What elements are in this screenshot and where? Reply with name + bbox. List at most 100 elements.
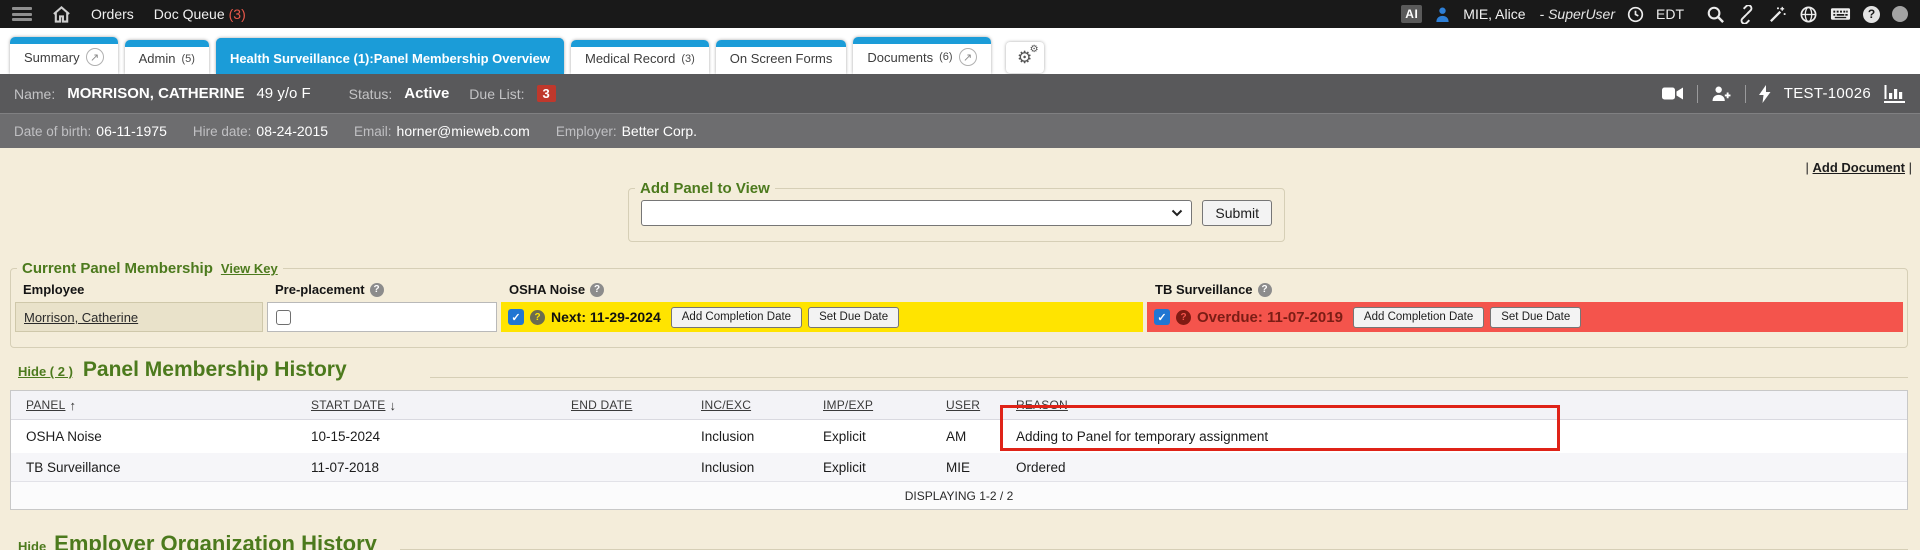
wand-icon[interactable] [1768, 5, 1787, 24]
dob-value: 06-11-1975 [96, 123, 167, 139]
chart-tab-bar: Summary ↗ Admin (5) Health Surveillance … [0, 28, 1920, 74]
osha-checkbox[interactable]: ✓ [508, 309, 524, 325]
email-value: horner@mieweb.com [397, 123, 530, 139]
search-icon[interactable] [1706, 5, 1725, 24]
cell-inc-exc: Inclusion [686, 420, 808, 453]
check-icon: ✓ [1157, 311, 1166, 324]
employer-organization-history-title: Employer Organization History [54, 531, 377, 550]
col-pre-placement: Pre-placement? [267, 282, 497, 297]
link-icon[interactable] [1737, 5, 1756, 24]
table-pagination-status: DISPLAYING 1-2 / 2 [11, 481, 1907, 509]
due-list-count-badge[interactable]: 3 [537, 85, 556, 102]
col-panel[interactable]: PANEL↑ [11, 391, 296, 419]
email-label: Email: [354, 124, 392, 139]
cell-imp-exp: Explicit [808, 453, 931, 481]
user-name[interactable]: MIE, Alice [1463, 6, 1525, 22]
help-icon[interactable]: ? [1176, 310, 1191, 325]
home-icon[interactable] [52, 5, 71, 23]
patient-status: Active [404, 85, 449, 102]
top-bar: Orders Doc Queue(3) AI MIE, Alice - Supe… [0, 0, 1920, 28]
popout-icon[interactable]: ↗ [86, 48, 104, 66]
col-imp-exp[interactable]: IMP/EXP [808, 391, 931, 419]
tab-documents-count: (6) [939, 51, 952, 63]
video-camera-icon[interactable] [1662, 86, 1684, 101]
employer-label: Employer: [556, 124, 617, 139]
timezone-label: EDT [1656, 6, 1684, 22]
help-icon[interactable]: ? [1863, 6, 1880, 23]
nav-orders[interactable]: Orders [91, 6, 134, 22]
current-panel-legend: Current Panel Membership [22, 260, 213, 277]
patient-header-tools: TEST-10026 [1662, 85, 1906, 103]
col-inc-exc[interactable]: INC/EXC [686, 391, 808, 419]
top-bar-right: AI MIE, Alice - SuperUser EDT [1401, 5, 1908, 24]
hamburger-menu-icon[interactable] [12, 7, 32, 21]
tb-set-due-date-button[interactable]: Set Due Date [1490, 307, 1581, 328]
employer-value: Better Corp. [622, 123, 697, 139]
add-panel-select[interactable] [641, 200, 1192, 226]
tab-admin-count: (5) [181, 53, 194, 65]
globe-icon[interactable] [1799, 5, 1818, 24]
doc-queue-count: (3) [229, 6, 246, 22]
submit-button[interactable]: Submit [1202, 200, 1272, 226]
history-hide-link[interactable]: Hide ( 2 ) [18, 364, 73, 379]
lightning-bolt-icon[interactable] [1759, 85, 1771, 103]
help-icon[interactable]: ? [1258, 283, 1272, 297]
add-panel-legend: Add Panel to View [635, 180, 775, 197]
user-role: - SuperUser [1540, 6, 1615, 22]
help-icon[interactable]: ? [590, 283, 604, 297]
pre-placement-checkbox[interactable] [276, 310, 291, 325]
patient-detail-bar: Date of birth:06-11-1975 Hire date:08-24… [0, 113, 1920, 148]
cell-end-date [556, 420, 686, 453]
col-end-date[interactable]: END DATE [556, 391, 686, 419]
current-panel-data-row: Morrison, Catherine ✓ ? Next: 11-29-2024… [11, 302, 1907, 332]
tab-on-screen-forms[interactable]: On Screen Forms [716, 40, 847, 74]
tab-admin[interactable]: Admin (5) [125, 40, 209, 74]
due-list-label: Due List: [469, 86, 524, 102]
sort-asc-icon: ↑ [69, 398, 76, 413]
pre-placement-cell [267, 302, 497, 332]
employer-history-hide-link[interactable]: Hide [18, 539, 46, 550]
tb-checkbox[interactable]: ✓ [1154, 309, 1170, 325]
tb-surveillance-cell: ✓ ? Overdue: 11-07-2019 Add Completion D… [1147, 302, 1903, 332]
col-user[interactable]: USER [931, 391, 1001, 419]
tab-medical-record-count: (3) [681, 53, 694, 65]
status-dot-icon [1892, 6, 1908, 22]
help-icon[interactable]: ? [370, 283, 384, 297]
osha-noise-cell: ✓ ? Next: 11-29-2024 Add Completion Date… [501, 302, 1143, 332]
name-label: Name: [14, 86, 55, 102]
check-icon: ✓ [511, 311, 520, 324]
clock-icon [1627, 6, 1644, 23]
patient-name: MORRISON, CATHERINE [67, 85, 244, 102]
section-divider-line [430, 377, 1908, 378]
tab-medical-record[interactable]: Medical Record (3) [571, 40, 709, 74]
col-start-date[interactable]: START DATE↓ [296, 391, 556, 419]
dob-label: Date of birth: [14, 124, 91, 139]
osha-set-due-date-button[interactable]: Set Due Date [808, 307, 899, 328]
divider [1697, 85, 1698, 103]
divider [1745, 85, 1746, 103]
help-icon[interactable]: ? [530, 310, 545, 325]
tab-settings-gears-button[interactable]: ⚙ ⚙ [1006, 42, 1044, 73]
tab-summary[interactable]: Summary ↗ [10, 37, 118, 74]
tab-documents[interactable]: Documents (6) ↗ [853, 37, 990, 74]
ai-badge[interactable]: AI [1401, 5, 1422, 23]
col-reason[interactable]: REASON [1001, 391, 1907, 419]
add-person-icon[interactable] [1711, 85, 1732, 102]
cell-reason: Adding to Panel for temporary assignment [1001, 420, 1907, 453]
current-panel-membership-section: Current Panel MembershipView Key Employe… [10, 260, 1908, 348]
add-document-link[interactable]: Add Document [1813, 160, 1905, 175]
keyboard-icon[interactable] [1830, 6, 1851, 22]
cell-imp-exp: Explicit [808, 420, 931, 453]
popout-icon[interactable]: ↗ [959, 48, 977, 66]
cell-user: MIE [931, 453, 1001, 481]
tb-add-completion-date-button[interactable]: Add Completion Date [1353, 307, 1484, 328]
tab-health-surveillance-panel-membership-overview[interactable]: Health Surveillance (1):Panel Membership… [216, 38, 564, 74]
osha-add-completion-date-button[interactable]: Add Completion Date [671, 307, 802, 328]
view-key-link[interactable]: View Key [221, 261, 278, 276]
patient-age-sex: 49 y/o F [256, 85, 310, 102]
nav-doc-queue[interactable]: Doc Queue(3) [154, 6, 246, 22]
history-header-row: PANEL↑ START DATE↓ END DATE INC/EXC IMP/… [11, 391, 1907, 420]
employee-link[interactable]: Morrison, Catherine [24, 310, 138, 325]
chart-id: TEST-10026 [1784, 85, 1871, 102]
bar-chart-icon[interactable] [1884, 85, 1906, 103]
